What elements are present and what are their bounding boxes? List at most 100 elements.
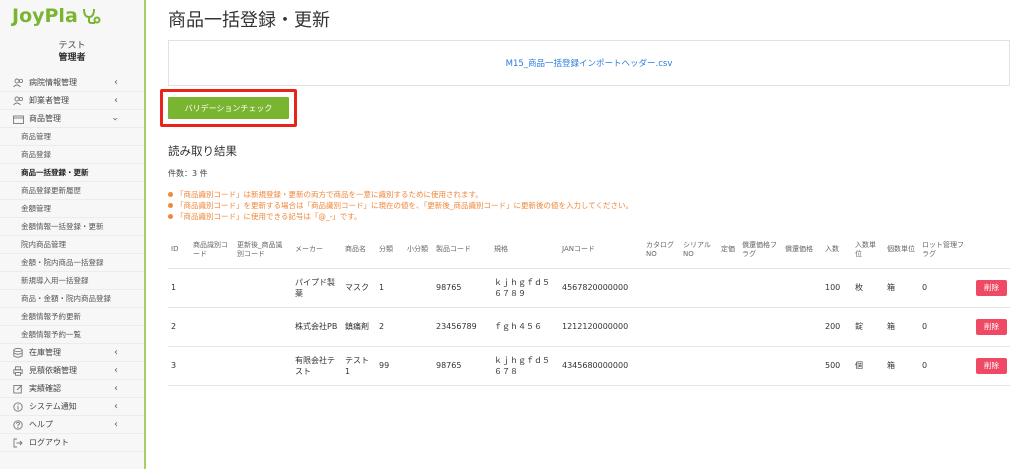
- cell: [643, 307, 680, 347]
- nav-item-results[interactable]: 実績確認 ‹: [0, 380, 144, 398]
- chevron-left-icon: ‹: [114, 419, 118, 430]
- col-header: 入数単位: [852, 232, 884, 269]
- sub-item-register-history[interactable]: 商品登録更新履歴: [0, 182, 144, 200]
- cell-lot-flag: 0: [919, 346, 973, 386]
- cell-spec: ｋｊｈｇｆｄ５６７８: [491, 346, 559, 386]
- logout-icon: [12, 437, 24, 449]
- col-header: 入数: [822, 232, 852, 269]
- nav-label: ヘルプ: [29, 420, 53, 429]
- col-header: 商品識別コード: [190, 232, 234, 269]
- col-header: JANコード: [559, 232, 643, 269]
- nav-item-wholesaler[interactable]: 卸業者管理 ‹: [0, 92, 144, 110]
- sub-item-product-register[interactable]: 商品登録: [0, 146, 144, 164]
- cell: [234, 346, 292, 386]
- chevron-left-icon: ‹: [114, 401, 118, 412]
- cell-quantity: 200: [822, 307, 852, 347]
- col-header: 規格: [491, 232, 559, 269]
- sub-item-price-inhouse-bulk[interactable]: 金額・院内商品一括登録: [0, 254, 144, 272]
- cell-product-code: 23456789: [433, 307, 491, 347]
- edit-icon: [12, 383, 24, 395]
- chevron-left-icon: ‹: [114, 95, 118, 106]
- cell-product-name: 鎮痛剤: [342, 307, 376, 347]
- cell-maker: パイプド製薬: [292, 268, 342, 308]
- file-drop-area[interactable]: M15_商品一括登録インポートヘッダー.csv: [168, 40, 1010, 86]
- printer-icon: [12, 365, 24, 377]
- col-header: 個数単位: [884, 232, 919, 269]
- col-header: 分類: [376, 232, 404, 269]
- sub-item-price-scheduled-update[interactable]: 金額情報予約更新: [0, 308, 144, 326]
- nav-label: 卸業者管理: [29, 96, 69, 105]
- cell: [739, 268, 782, 308]
- logo-text: JoyPla: [12, 5, 78, 27]
- delete-button[interactable]: 削除: [976, 279, 1007, 296]
- nav-item-logout[interactable]: ログアウト: [0, 434, 144, 452]
- nav-label: 病院情報管理: [29, 78, 77, 87]
- cell: [643, 268, 680, 308]
- validation-check-button[interactable]: バリデーションチェック: [168, 97, 289, 119]
- nav-item-inventory[interactable]: 在庫管理 ‹: [0, 344, 144, 362]
- cell-product-code: 98765: [433, 268, 491, 308]
- sub-item-price-scheduled-list[interactable]: 金額情報予約一覧: [0, 326, 144, 344]
- sub-item-new-intro-bulk[interactable]: 新規導入用一括登録: [0, 272, 144, 290]
- col-header: ロット管理フラグ: [919, 232, 973, 269]
- nav-item-help[interactable]: ヘルプ ‹: [0, 416, 144, 434]
- delete-button[interactable]: 削除: [976, 357, 1007, 374]
- cell: [739, 307, 782, 347]
- table-header-row: ID 商品識別コード 更新後_商品識別コード メーカー 商品名 分類 小分類 製…: [168, 232, 1010, 269]
- sub-item-product-management[interactable]: 商品管理: [0, 128, 144, 146]
- nav-label: 商品管理: [29, 114, 61, 123]
- cell: [643, 346, 680, 386]
- bullet-icon: [168, 214, 173, 219]
- chevron-down-icon: ‹: [110, 117, 121, 121]
- nav-item-hospital[interactable]: 病院情報管理 ‹: [0, 74, 144, 92]
- cell: [234, 268, 292, 308]
- nav-label: 見積依頼管理: [29, 366, 77, 375]
- cell-lot-flag: 0: [919, 268, 973, 308]
- nav-item-system-notice[interactable]: システム通知 ‹: [0, 398, 144, 416]
- col-header: 小分類: [404, 232, 433, 269]
- cell: [190, 307, 234, 347]
- cell: [190, 268, 234, 308]
- col-header: シリアルNO: [680, 232, 718, 269]
- col-header: 商品名: [342, 232, 376, 269]
- chevron-left-icon: ‹: [114, 347, 118, 358]
- col-header: 定価: [718, 232, 739, 269]
- col-header: 製品コード: [433, 232, 491, 269]
- col-header: カタログNO: [643, 232, 680, 269]
- cell-jan: 1212120000000: [559, 307, 643, 347]
- sub-item-price-management[interactable]: 金額管理: [0, 200, 144, 218]
- cell: [718, 346, 739, 386]
- bullet-icon: [168, 192, 173, 197]
- page-title: 商品一括登録・更新: [168, 10, 330, 31]
- nav-item-estimate[interactable]: 見積依頼管理 ‹: [0, 362, 144, 380]
- cell-category: 2: [376, 307, 404, 347]
- question-icon: [12, 419, 24, 431]
- cell: [234, 307, 292, 347]
- user-name: テスト: [58, 41, 86, 51]
- info-icon: [12, 401, 24, 413]
- user-role: 管理者: [58, 53, 86, 63]
- file-name-link[interactable]: M15_商品一括登録インポートヘッダー.csv: [506, 57, 673, 69]
- nav-item-products[interactable]: 商品管理 ‹: [0, 110, 144, 128]
- sub-item-bulk-register[interactable]: 商品一括登録・更新: [0, 164, 144, 182]
- joypla-logo[interactable]: JoyPla: [12, 5, 101, 27]
- cell-id: 2: [168, 307, 190, 347]
- sub-item-price-bulk[interactable]: 金額情報一括登録・更新: [0, 218, 144, 236]
- cell-lot-flag: 0: [919, 307, 973, 347]
- cell-quantity: 500: [822, 346, 852, 386]
- col-header: 更新後_商品識別コード: [234, 232, 292, 269]
- cell-maker: 株式会社PB: [292, 307, 342, 347]
- cell-item-unit: 箱: [884, 346, 919, 386]
- delete-button[interactable]: 削除: [976, 318, 1007, 335]
- sub-item-inhouse-products[interactable]: 院内商品管理: [0, 236, 144, 254]
- cell-maker: 有限会社テスト: [292, 346, 342, 386]
- cell-item-unit: 箱: [884, 307, 919, 347]
- cell-quantity: 100: [822, 268, 852, 308]
- col-header: 償還価格: [782, 232, 822, 269]
- chevron-left-icon: ‹: [114, 365, 118, 376]
- cell: [782, 268, 822, 308]
- cell: [404, 268, 433, 308]
- box-icon: [12, 113, 24, 125]
- nav-label: 実績確認: [29, 384, 61, 393]
- sub-item-product-price-inhouse[interactable]: 商品・金額・院内商品登録: [0, 290, 144, 308]
